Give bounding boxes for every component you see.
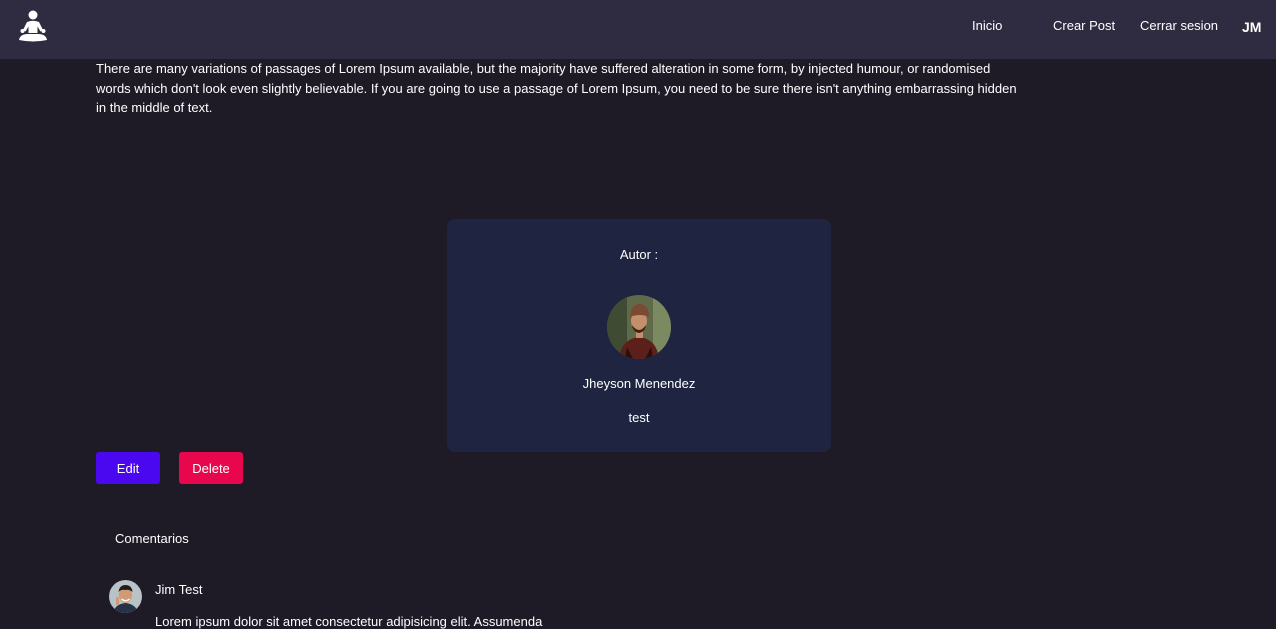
nav-link-crear-post[interactable]: Crear Post [1053,18,1115,34]
author-card: Autor : Jheyson Menendez test [447,219,831,452]
author-bio: test [628,410,650,425]
comment-text: Lorem ipsum dolor sit amet consectetur a… [155,614,543,629]
nav-link-cerrar-sesion[interactable]: Cerrar sesion [1140,18,1218,34]
user-initials[interactable]: JM [1242,19,1261,35]
author-avatar [607,295,671,359]
author-label: Autor : [619,247,659,262]
author-name: Jheyson Menendez [582,376,696,391]
delete-button[interactable]: Delete [179,452,243,484]
comment-author: Jim Test [155,582,203,597]
edit-button[interactable]: Edit [96,452,160,484]
comments-title: Comentarios [115,531,189,546]
comment-avatar [109,580,142,613]
post-body: There are many variations of passages of… [96,61,1017,115]
navbar: Inicio Crear Post Cerrar sesion JM [0,0,1276,59]
meditation-person-icon[interactable] [17,10,49,44]
nav-link-inicio[interactable]: Inicio [972,18,1002,34]
